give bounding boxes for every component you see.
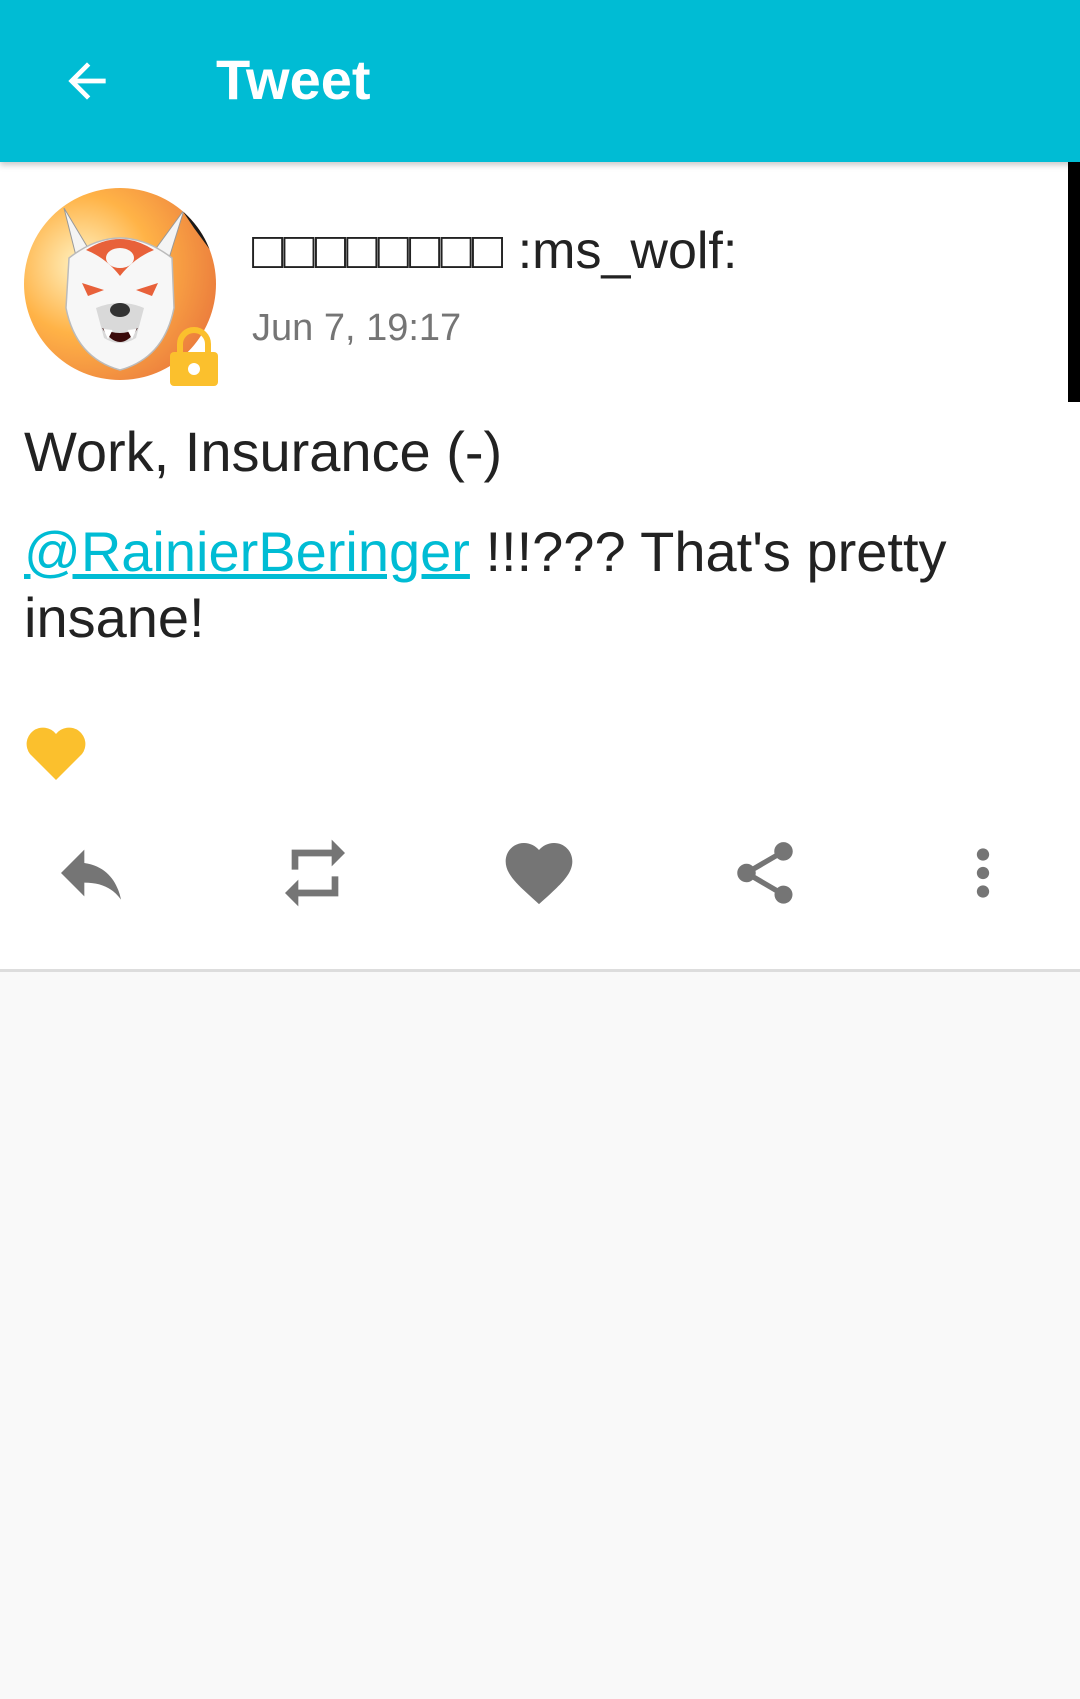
share-button[interactable]: [710, 818, 820, 928]
arrow-left-icon: [68, 62, 106, 100]
back-button[interactable]: [42, 36, 132, 126]
timestamp: Jun 7, 19:17: [252, 307, 462, 349]
app-bar: Tweet: [0, 0, 1080, 162]
page-title: Tweet: [216, 48, 371, 111]
more-options-button[interactable]: [928, 818, 1038, 928]
heart-icon: [505, 843, 573, 905]
more-vertical-icon: [976, 848, 990, 898]
yellow-heart-icon: [26, 727, 86, 780]
display-name[interactable]: □□□□□□□□ :ms_wolf:: [252, 220, 737, 282]
repeat-icon: [285, 839, 345, 907]
favourite-button[interactable]: [484, 818, 594, 928]
status-text: @RainierBeringer !!!??? That's pretty in…: [24, 519, 1024, 651]
reply-icon: [61, 849, 121, 900]
lock-icon: [170, 327, 218, 386]
status-card: □□□□□□□□ :ms_wolf: Jun 7, 19:17 Work, In…: [0, 162, 1080, 972]
reply-button[interactable]: [36, 818, 146, 928]
content-warning: Work, Insurance (-): [24, 420, 503, 483]
scrollbar[interactable]: [1068, 162, 1080, 402]
share-icon: [737, 842, 793, 904]
mention-link[interactable]: @RainierBeringer: [24, 520, 470, 583]
boost-button[interactable]: [260, 818, 370, 928]
